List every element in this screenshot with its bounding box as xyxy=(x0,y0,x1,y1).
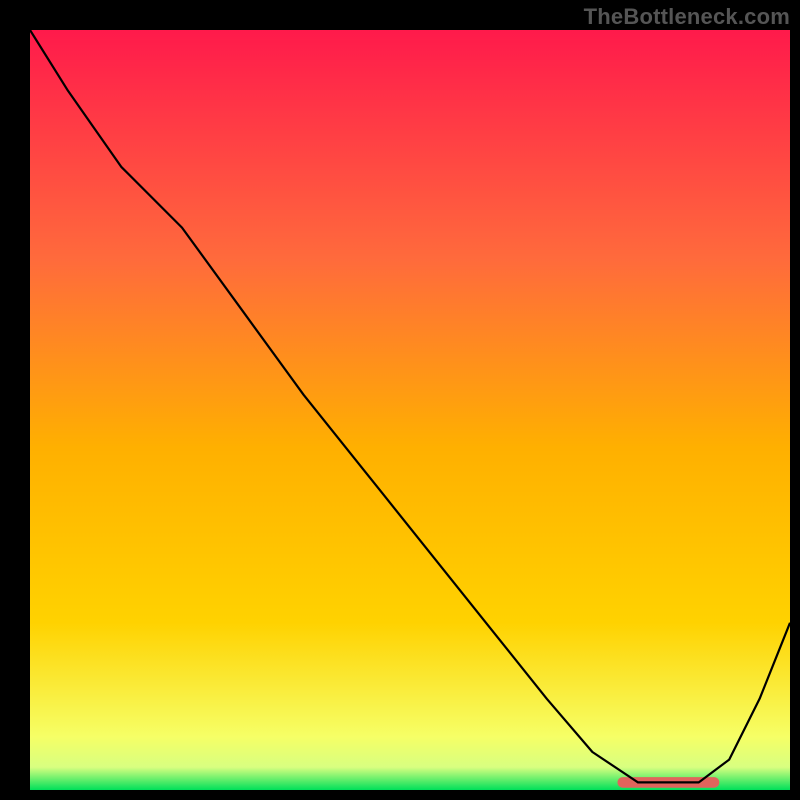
chart-canvas xyxy=(30,30,790,790)
watermark-label: TheBottleneck.com xyxy=(584,4,790,30)
chart-frame: TheBottleneck.com xyxy=(0,0,800,800)
gradient-background xyxy=(30,30,790,790)
